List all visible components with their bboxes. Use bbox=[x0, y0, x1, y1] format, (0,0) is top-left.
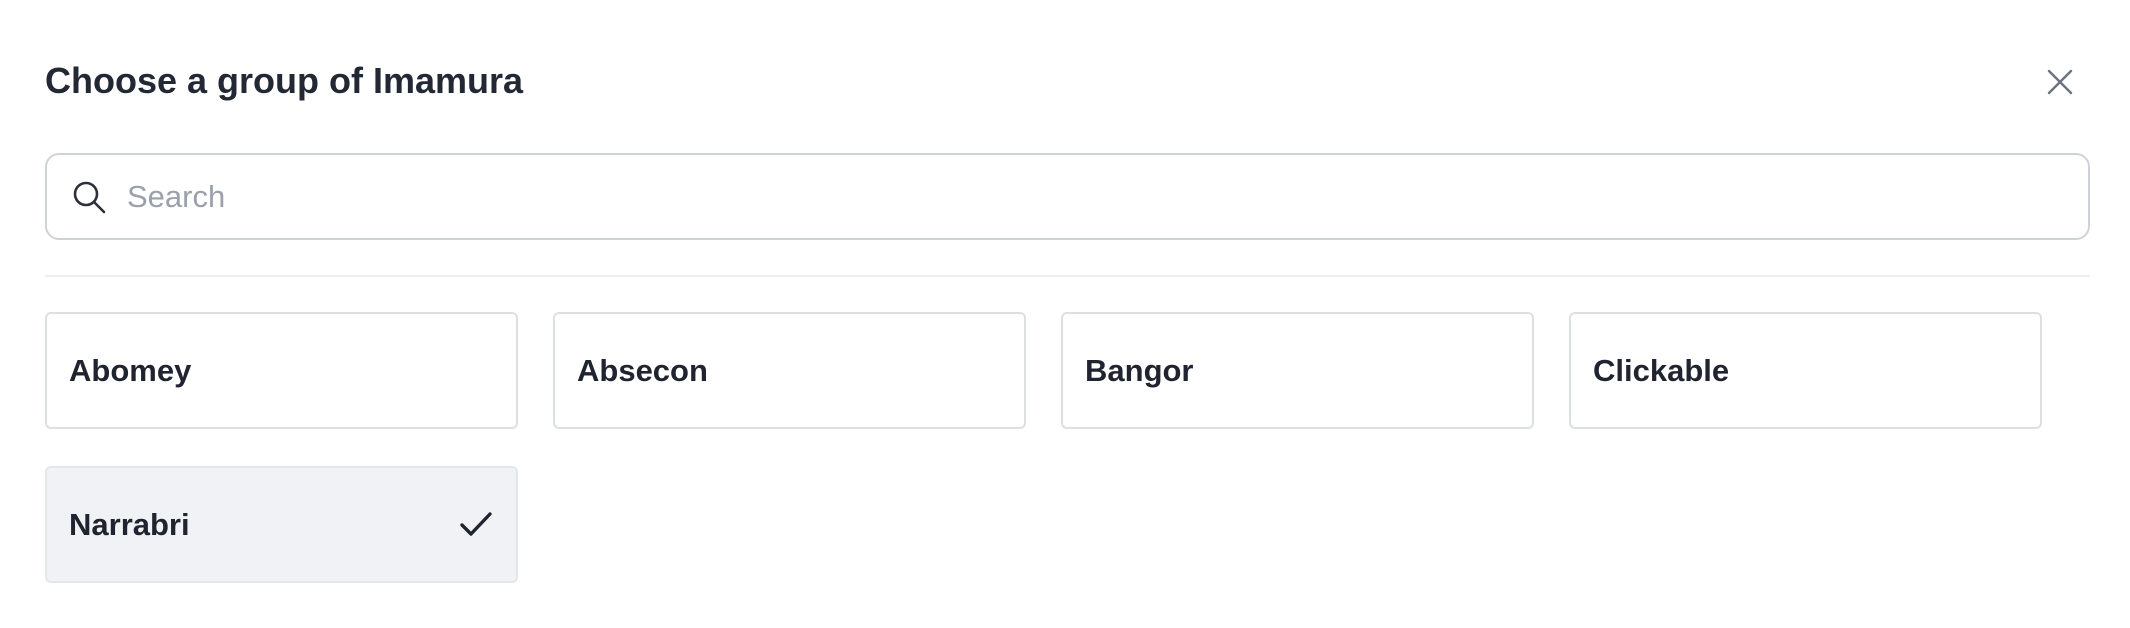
checkmark-icon bbox=[460, 512, 492, 536]
close-button[interactable] bbox=[2040, 62, 2080, 102]
search-icon bbox=[73, 181, 106, 214]
group-option-absecon[interactable]: Absecon bbox=[553, 312, 1026, 429]
close-icon bbox=[2047, 69, 2073, 95]
choose-group-dialog: Choose a group of Imamura Abomey Absecon… bbox=[0, 0, 2130, 628]
group-option-bangor[interactable]: Bangor bbox=[1061, 312, 1534, 429]
group-option-label: Abomey bbox=[69, 353, 192, 388]
group-option-abomey[interactable]: Abomey bbox=[45, 312, 518, 429]
divider bbox=[45, 275, 2090, 277]
search-input[interactable] bbox=[127, 169, 2067, 225]
group-option-label: Clickable bbox=[1593, 353, 1730, 388]
dialog-title: Choose a group of Imamura bbox=[45, 60, 524, 101]
group-option-label: Absecon bbox=[577, 353, 708, 388]
group-option-narrabri[interactable]: Narrabri bbox=[45, 466, 518, 583]
search-field[interactable] bbox=[45, 153, 2090, 240]
group-option-label: Narrabri bbox=[69, 507, 190, 542]
group-option-label: Bangor bbox=[1085, 353, 1194, 388]
group-option-clickable[interactable]: Clickable bbox=[1569, 312, 2042, 429]
